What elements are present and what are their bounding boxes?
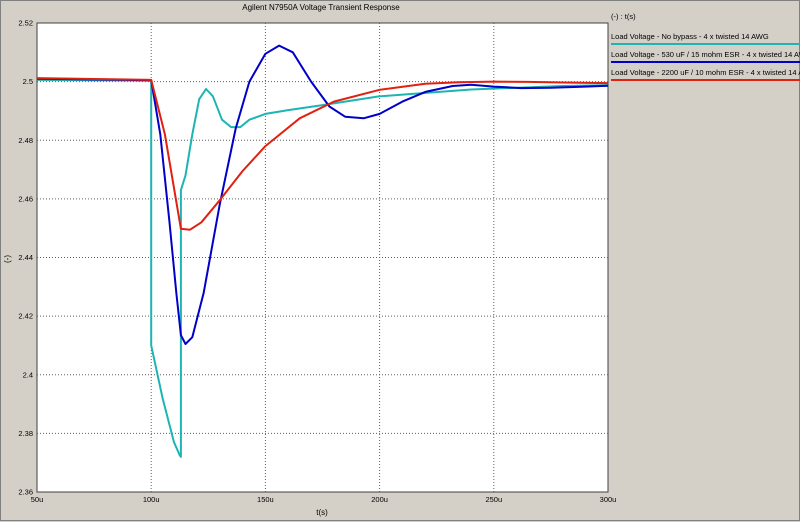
x-tick-label: 150u <box>257 495 274 504</box>
y-axis-label: (-) <box>3 255 12 263</box>
legend: (-) : t(s) Load Voltage - No bypass - 4 … <box>608 11 800 511</box>
x-tick-label: 200u <box>371 495 388 504</box>
y-tick-label: 2.48 <box>18 136 33 145</box>
x-tick-label: 100u <box>143 495 160 504</box>
legend-item-2200uf: Load Voltage - 2200 uF / 10 mohm ESR - 4… <box>611 65 800 83</box>
legend-item-no-bypass: Load Voltage - No bypass - 4 x twisted 1… <box>611 29 800 47</box>
y-tick-label: 2.44 <box>18 253 33 262</box>
y-tick-label: 2.4 <box>23 370 33 379</box>
legend-swatch <box>611 61 800 63</box>
legend-swatch <box>611 43 800 45</box>
y-tick-label: 2.52 <box>18 19 33 28</box>
legend-label: Load Voltage - No bypass - 4 x twisted 1… <box>611 32 769 41</box>
y-tick-label: 2.36 <box>18 488 33 497</box>
y-tick-label: 2.38 <box>18 429 33 438</box>
legend-label: Load Voltage - 2200 uF / 10 mohm ESR - 4… <box>611 68 800 77</box>
chart-window: Agilent N7950A Voltage Transient Respons… <box>0 0 800 521</box>
legend-header: (-) : t(s) <box>611 12 636 21</box>
y-tick-label: 2.5 <box>23 77 33 86</box>
legend-swatch <box>611 79 800 81</box>
x-tick-label: 250u <box>485 495 502 504</box>
y-tick-label: 2.42 <box>18 312 33 321</box>
legend-label: Load Voltage - 530 uF / 15 mohm ESR - 4 … <box>611 50 800 59</box>
legend-item-530uf: Load Voltage - 530 uF / 15 mohm ESR - 4 … <box>611 47 800 65</box>
y-tick-label: 2.46 <box>18 194 33 203</box>
x-axis-label: t(s) <box>316 508 328 517</box>
